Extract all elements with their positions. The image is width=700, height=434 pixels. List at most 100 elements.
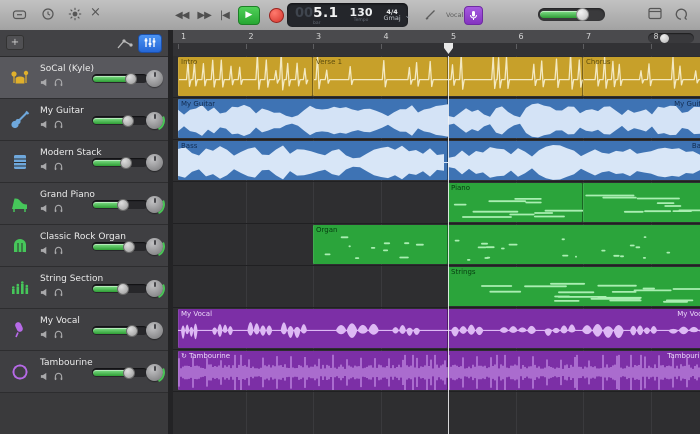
region-my-vocal[interactable]: My Vocal: [178, 309, 448, 348]
track-header-classic-rock-organ[interactable]: Classic Rock Organ: [0, 225, 168, 267]
solo-headphones-icon[interactable]: [54, 120, 63, 129]
region-bass[interactable]: Bass: [178, 141, 448, 180]
pencil-icon[interactable]: [424, 8, 437, 21]
track-header-my-guitar[interactable]: My Guitar: [0, 99, 168, 141]
lcd-chevron-down-icon[interactable]: ⌄: [405, 11, 412, 20]
library-icon[interactable]: [12, 7, 27, 22]
region-piano[interactable]: Piano: [448, 183, 583, 222]
region-label: My Guitar: [181, 100, 215, 109]
track-volume-slider[interactable]: [92, 368, 148, 377]
region-my-guitar[interactable]: My Guitar: [178, 99, 448, 138]
track-header-modern-stack[interactable]: Modern Stack: [0, 141, 168, 183]
mute-icon[interactable]: [40, 246, 49, 255]
track-volume-knob[interactable]: [125, 73, 137, 85]
track-volume-slider[interactable]: [92, 242, 148, 251]
record-button[interactable]: [269, 8, 284, 23]
mute-icon[interactable]: [40, 330, 49, 339]
track-volume-knob[interactable]: [126, 325, 138, 337]
clock-icon[interactable]: [41, 7, 55, 21]
ruler-bar-number: 8: [654, 32, 659, 41]
rewind-button[interactable]: ◀◀: [175, 10, 188, 21]
solo-headphones-icon[interactable]: [54, 246, 63, 255]
master-volume-knob[interactable]: [576, 8, 589, 21]
region-organ[interactable]: [448, 225, 700, 264]
solo-headphones-icon[interactable]: [54, 162, 63, 171]
track-volume-slider[interactable]: [92, 326, 148, 335]
track-volume-knob[interactable]: [117, 199, 129, 211]
region-socal[interactable]: [448, 57, 583, 96]
mute-icon[interactable]: [40, 120, 49, 129]
region-bass[interactable]: Bass: [448, 141, 700, 180]
window-icon[interactable]: [648, 7, 662, 20]
add-track-button[interactable]: +: [6, 35, 24, 50]
solo-headphones-icon[interactable]: [54, 78, 63, 87]
track-header-string-section[interactable]: String Section: [0, 267, 168, 309]
go-to-beginning-button[interactable]: |◀: [220, 10, 229, 21]
lcd-display[interactable]: 005.1 bar 130 Tempo 4/4 Gmaj ⌄: [287, 3, 408, 27]
vocal-track-badge-icon[interactable]: [464, 6, 483, 25]
solo-headphones-icon[interactable]: [54, 204, 63, 213]
track-header-tambourine[interactable]: Tambourine: [0, 351, 168, 393]
brightness-icon[interactable]: [68, 7, 82, 21]
track-volume-knob[interactable]: [123, 241, 135, 253]
track-header-grand-piano[interactable]: Grand Piano: [0, 183, 168, 225]
region-label-text: Tambourine: [667, 352, 700, 360]
row-divider: [173, 181, 700, 182]
solo-headphones-icon[interactable]: [54, 288, 63, 297]
mute-icon[interactable]: [40, 288, 49, 297]
region-organ[interactable]: Organ: [313, 225, 448, 264]
master-volume-slider[interactable]: [538, 8, 605, 21]
track-pan-knob[interactable]: [146, 154, 163, 171]
region-strings[interactable]: Strings: [448, 267, 700, 306]
track-pan-knob[interactable]: [146, 196, 163, 213]
track-pan-knob[interactable]: [146, 112, 163, 129]
region-my-vocal[interactable]: My Vocal: [448, 309, 700, 348]
region-piano[interactable]: [583, 183, 700, 222]
track-pan-knob[interactable]: [146, 322, 163, 339]
arrange-area[interactable]: IntroVerse 1ChorusMy GuitarMy GuitarBass…: [173, 56, 700, 434]
region-tambourine[interactable]: ↻ Tambourine: [178, 351, 448, 390]
region-waveform: [448, 309, 700, 348]
track-header-socal-kyle-[interactable]: SoCal (Kyle): [0, 57, 168, 99]
mute-icon[interactable]: [40, 372, 49, 381]
play-button[interactable]: ▶: [238, 6, 260, 25]
mixer-toggle-button[interactable]: [138, 34, 162, 53]
region-my-guitar[interactable]: My Guitar: [448, 99, 700, 138]
track-volume-slider[interactable]: [92, 158, 148, 167]
mute-icon[interactable]: [40, 78, 49, 87]
timeline-ruler[interactable]: 12345678: [173, 30, 700, 56]
track-volume-knob[interactable]: [123, 367, 135, 379]
ruler-bar-number: 6: [519, 32, 524, 41]
lcd-tempo-label: Tempo: [354, 19, 369, 24]
track-pan-knob[interactable]: [146, 238, 163, 255]
track-volume-slider[interactable]: [92, 284, 148, 293]
electric-guitar-icon: [9, 109, 31, 131]
forward-button[interactable]: ▶▶: [197, 10, 210, 21]
track-volume-knob[interactable]: [117, 283, 129, 295]
track-pan-knob[interactable]: [146, 70, 163, 87]
mute-icon[interactable]: [40, 162, 49, 171]
lcd-position: 5.1: [313, 5, 338, 21]
region-socal[interactable]: Intro: [178, 57, 313, 96]
track-volume-knob[interactable]: [120, 157, 132, 169]
region-socal[interactable]: Chorus: [583, 57, 700, 96]
solo-headphones-icon[interactable]: [54, 330, 63, 339]
automation-button[interactable]: [116, 36, 134, 50]
region-socal[interactable]: Verse 1: [313, 57, 448, 96]
region-tambourine[interactable]: Tambourine: [448, 351, 700, 390]
region-label-text: Chorus: [586, 58, 611, 66]
solo-headphones-icon[interactable]: [54, 372, 63, 381]
track-pan-knob[interactable]: [146, 280, 163, 297]
track-volume-slider[interactable]: [92, 116, 148, 125]
mute-icon[interactable]: [40, 204, 49, 213]
playhead-line[interactable]: [448, 56, 449, 434]
track-volume-slider[interactable]: [92, 200, 148, 209]
loop-browser-icon[interactable]: [674, 7, 688, 21]
zoom-slider-knob[interactable]: [660, 34, 669, 43]
track-pan-knob[interactable]: [146, 364, 163, 381]
keyboard-stack-icon: [9, 151, 31, 173]
track-volume-slider[interactable]: [92, 74, 148, 83]
track-volume-knob[interactable]: [122, 115, 134, 127]
close-icon[interactable]: ×: [90, 5, 101, 21]
track-header-my-vocal[interactable]: My Vocal: [0, 309, 168, 351]
